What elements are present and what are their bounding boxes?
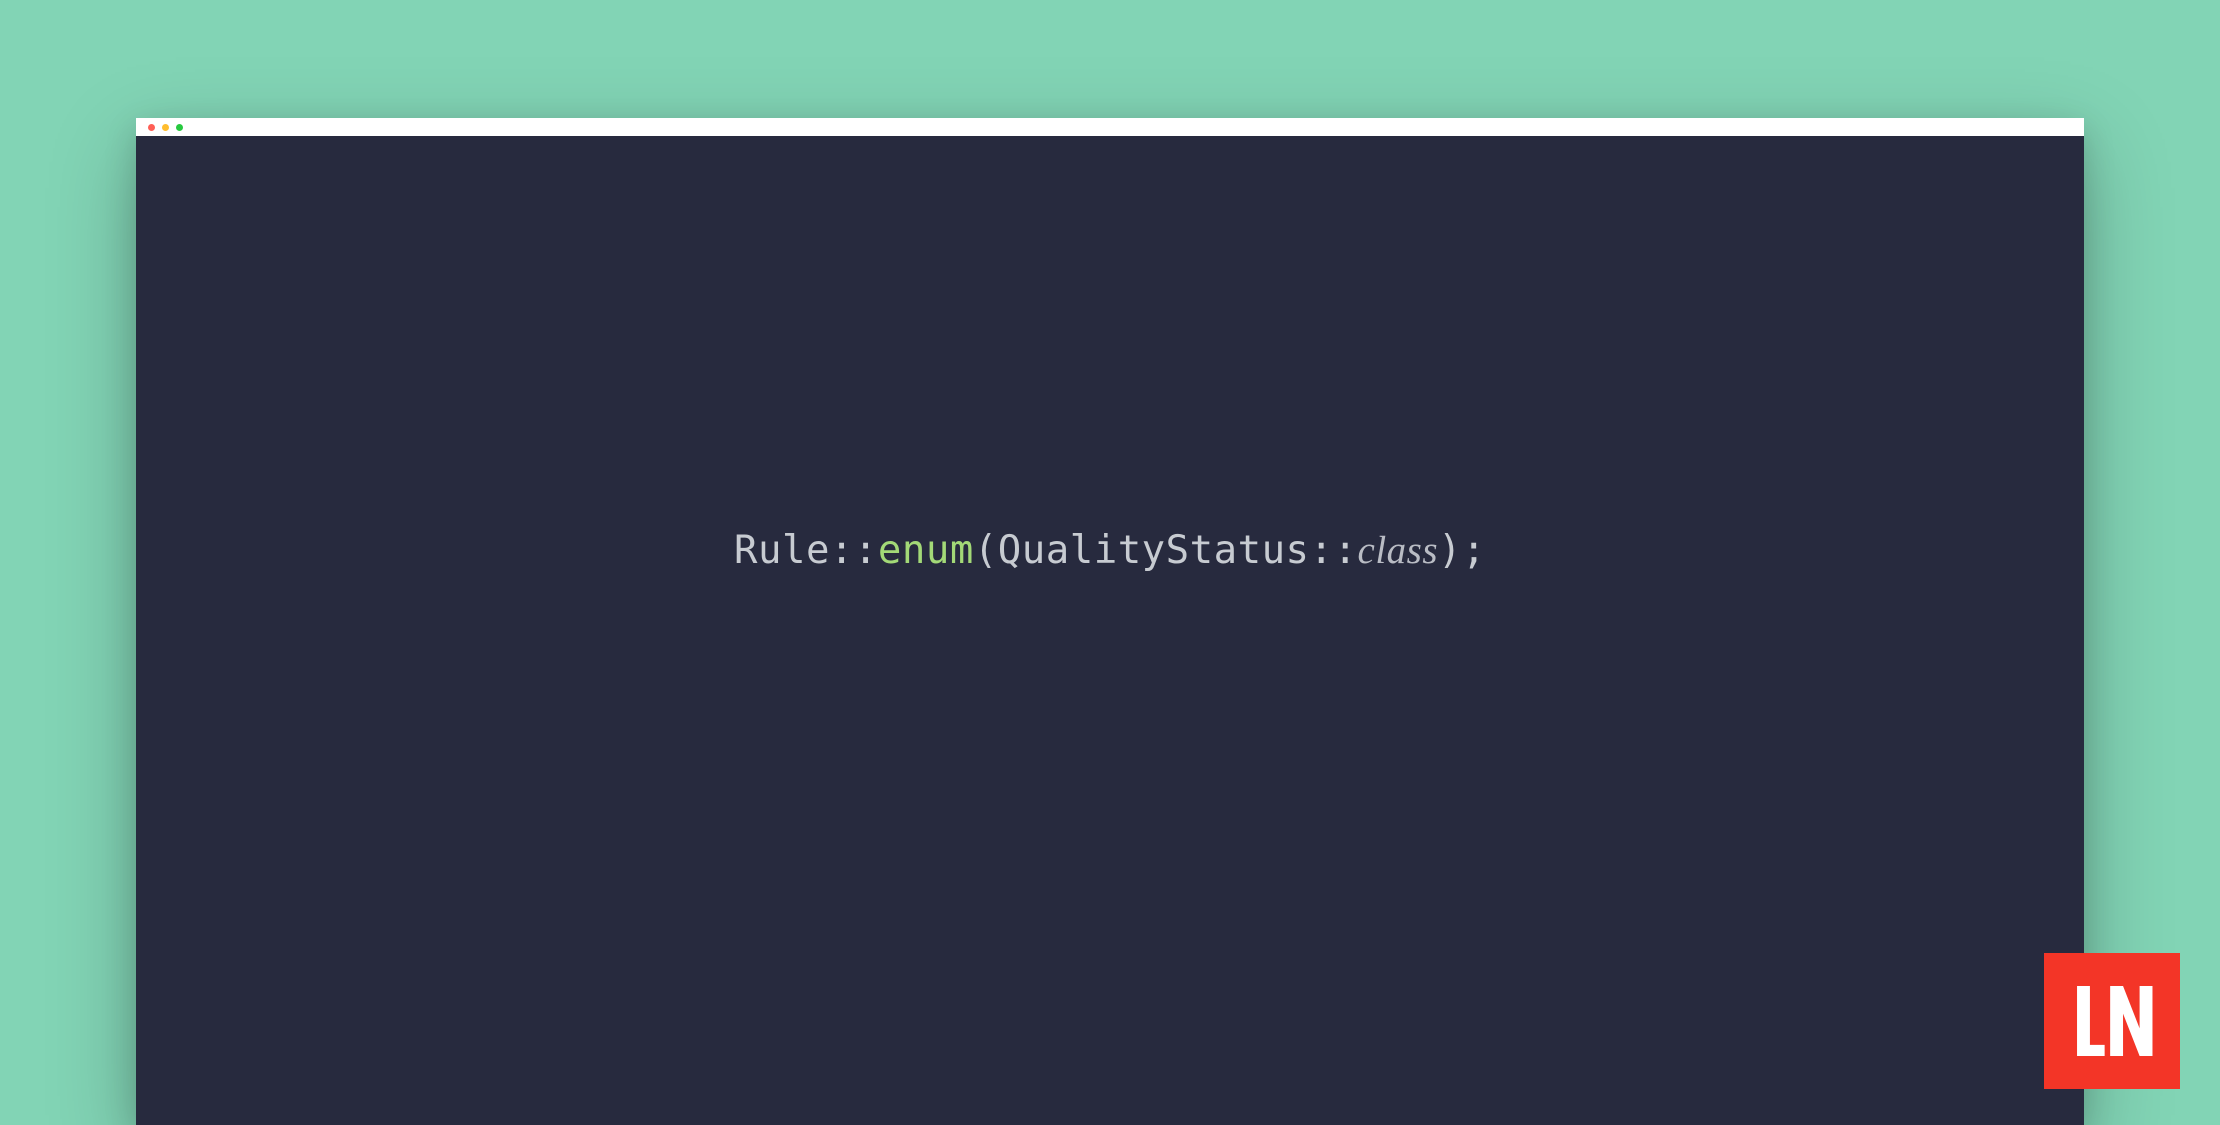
code-line: Rule::enum(QualityStatus::class); — [734, 528, 1486, 573]
code-token-scope: :: — [830, 528, 878, 573]
editor-window: Rule::enum(QualityStatus::class); — [136, 118, 2084, 1125]
laravel-news-logo — [2044, 953, 2180, 1089]
close-icon[interactable] — [148, 124, 155, 131]
window-titlebar — [136, 118, 2084, 136]
editor-content: Rule::enum(QualityStatus::class); — [136, 136, 2084, 1125]
code-token-class: Rule — [734, 528, 830, 573]
code-token-paren-open: ( — [974, 528, 998, 573]
minimize-icon[interactable] — [162, 124, 169, 131]
code-token-keyword: class — [1358, 529, 1439, 572]
code-token-scope: :: — [1310, 528, 1358, 573]
code-token-param: QualityStatus — [998, 528, 1310, 573]
code-token-paren-close: ) — [1438, 528, 1462, 573]
code-token-semicolon: ; — [1462, 528, 1486, 573]
code-token-method: enum — [878, 528, 974, 573]
maximize-icon[interactable] — [176, 124, 183, 131]
ln-logo-icon — [2066, 975, 2158, 1067]
